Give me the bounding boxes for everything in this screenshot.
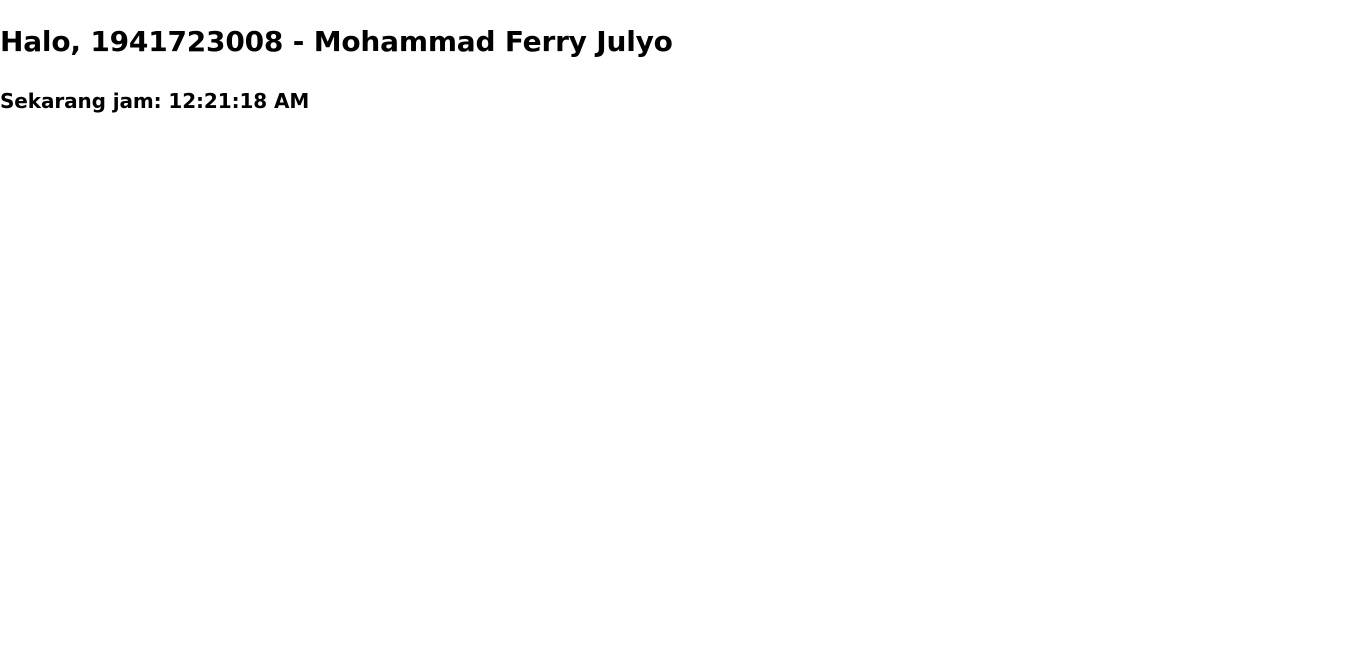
- user-name: Mohammad Ferry Julyo: [313, 25, 673, 58]
- clock-label: Sekarang jam:: [0, 89, 169, 113]
- user-id: 1941723008: [90, 25, 284, 58]
- clock-time: 12:21:18 AM: [168, 89, 310, 113]
- greeting-prefix: Halo,: [0, 25, 91, 58]
- clock-heading: Sekarang jam: 12:21:18 AM: [0, 87, 309, 115]
- page: Halo, 1941723008 - Mohammad Ferry Julyo …: [0, 0, 1366, 661]
- greeting-separator: -: [283, 25, 314, 58]
- greeting-heading: Halo, 1941723008 - Mohammad Ferry Julyo: [0, 22, 673, 62]
